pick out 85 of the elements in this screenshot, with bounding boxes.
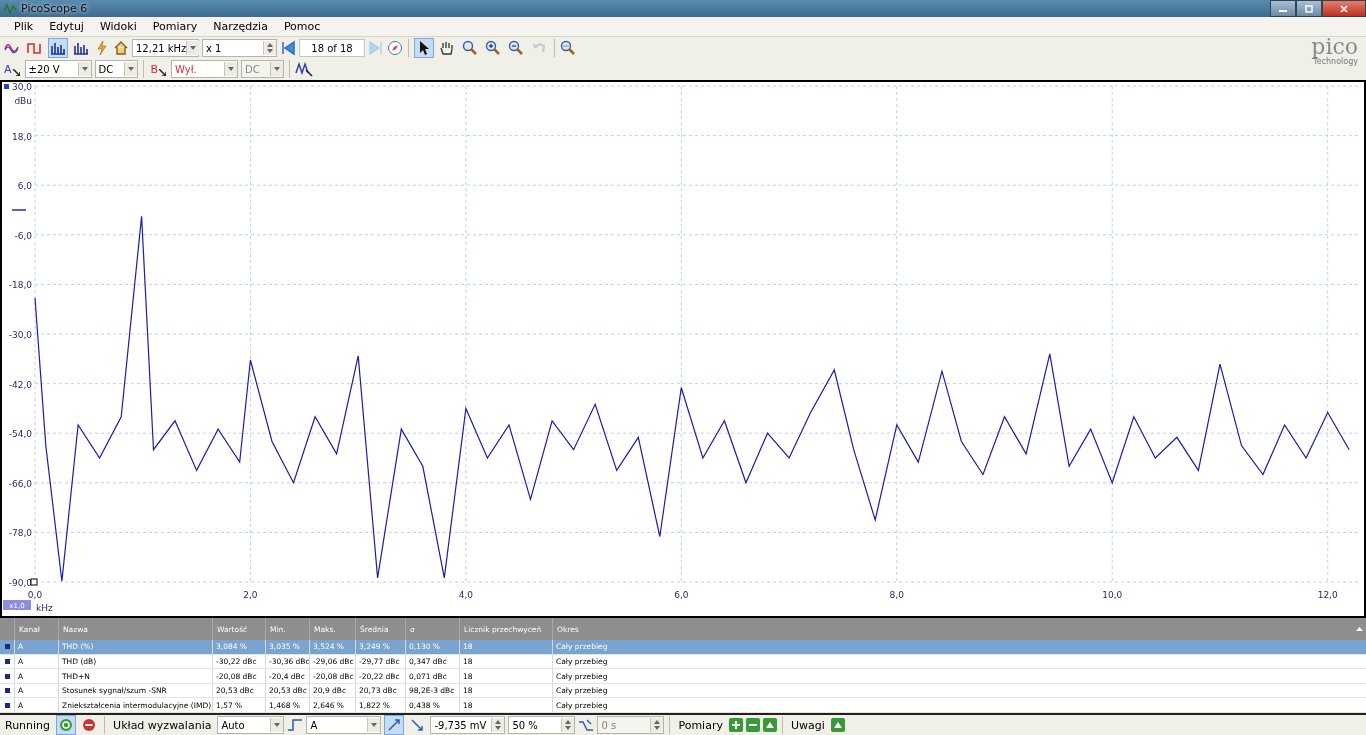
home-icon[interactable] (113, 40, 129, 57)
x-tick-label: 12,0 (1317, 590, 1338, 601)
x-tick-label: 2,0 (243, 590, 258, 601)
wave-icon (3, 2, 17, 15)
add-icon[interactable] (728, 718, 743, 732)
channel-button[interactable]: A (2, 62, 22, 76)
menu-item[interactable]: Edytuj (41, 19, 92, 33)
trigger-level-spinbox[interactable]: -9,735 mV (430, 716, 506, 734)
spinner-arrows-icon[interactable] (263, 41, 276, 56)
x-tick-label: 10,0 (1102, 590, 1123, 601)
delay-spinbox: 0 s (597, 716, 665, 734)
menu-item[interactable]: Pomiary (144, 19, 206, 33)
next-capture-icon (368, 40, 384, 57)
y-tick-label: -90,0 (8, 578, 32, 589)
spectrum-mode-icon[interactable] (48, 38, 68, 59)
pointer-icon[interactable] (414, 38, 434, 59)
zoom-fit-icon[interactable] (560, 40, 576, 57)
row-marker-icon (4, 644, 10, 650)
capture-counter[interactable]: 18 of 18 (299, 39, 365, 58)
timebase-dropdown[interactable]: 12,21 kHz (132, 39, 199, 58)
caret-icon[interactable] (123, 62, 137, 77)
close-button[interactable] (1322, 0, 1366, 17)
x-tick-label: 4,0 (458, 590, 474, 601)
y-tick-label: 6,0 (17, 181, 32, 192)
trigger-label: Układ wyzwalania (112, 718, 213, 732)
y-unit-label: dBu (14, 96, 32, 107)
trigger-edge-icon[interactable] (287, 718, 304, 732)
y-tick-label: -6,0 (14, 230, 32, 241)
trigger-mode-dropdown[interactable]: Auto (217, 716, 285, 734)
delay-icon[interactable] (578, 718, 595, 732)
caret-icon[interactable] (270, 718, 284, 732)
maximize-button[interactable] (1296, 0, 1322, 17)
origin-marker[interactable] (30, 578, 38, 586)
spinner-arrows-icon[interactable] (650, 718, 664, 732)
compass-icon[interactable] (387, 40, 403, 57)
coupling-dropdown[interactable]: DC (94, 60, 138, 79)
close-icon (1339, 4, 1349, 13)
caret-icon[interactable] (367, 718, 381, 732)
caret-icon[interactable] (224, 62, 238, 77)
run-state-label: Running (4, 718, 52, 732)
menu-item[interactable]: Widoki (91, 19, 145, 33)
caret-icon[interactable] (186, 41, 200, 56)
y-tick-label: -30,0 (8, 330, 32, 341)
logo: pico Technology (1311, 36, 1359, 67)
level-marker (11, 209, 27, 211)
range-dropdown[interactable]: ±20 V (24, 60, 92, 79)
spinner-arrows-icon[interactable] (491, 718, 505, 732)
channel-marker (4, 84, 9, 90)
run-button[interactable] (56, 715, 77, 735)
rising-edge-icon[interactable] (384, 715, 405, 735)
arrow-icon (12, 68, 20, 76)
y-tick-label: 30,0 (11, 82, 32, 93)
signal-generator-icon[interactable] (295, 61, 314, 78)
minimize-button[interactable] (1270, 0, 1296, 17)
row-marker-icon (4, 658, 10, 664)
menu-item[interactable]: Plik (6, 19, 42, 33)
notes-label: Uwagi (789, 718, 826, 732)
first-capture-icon[interactable] (280, 40, 296, 57)
row-marker-icon (4, 673, 10, 679)
maximize-icon (1304, 4, 1314, 13)
menu-item[interactable]: Narzędzia (205, 19, 276, 33)
window-title: PicoScope 6 (21, 2, 88, 15)
multiplier-spinbox[interactable]: x 1 (202, 39, 277, 58)
remove-icon[interactable] (745, 718, 760, 732)
trigger-source-dropdown[interactable]: A (306, 716, 382, 734)
x-tick-label: 0,0 (27, 590, 43, 601)
menu-item[interactable]: Pomoc (275, 19, 329, 33)
y-tick-label: -42,0 (8, 379, 32, 390)
spinner-arrows-icon[interactable] (561, 718, 575, 732)
x-tick-label: 8,0 (889, 590, 904, 601)
x-tick-label: 6,0 (674, 590, 689, 601)
row-marker-icon (4, 688, 10, 694)
y-tick-label: 18,0 (11, 131, 32, 142)
lightning-icon[interactable] (94, 40, 110, 57)
arrow-icon (159, 68, 167, 76)
coupling-dropdown: DC (241, 60, 285, 79)
y-tick-label: -66,0 (8, 478, 32, 489)
y-tick-label: -18,0 (8, 280, 32, 291)
y-tick-label: -78,0 (8, 528, 32, 539)
x-unit-label: kHz (36, 603, 53, 614)
caret-icon[interactable] (77, 62, 91, 77)
measurements-label: Pomiary (677, 718, 724, 732)
row-marker-icon (4, 702, 10, 708)
y-tick-label: -54,0 (8, 429, 32, 440)
pretrigger-spinbox[interactable]: 50 % (508, 716, 576, 734)
